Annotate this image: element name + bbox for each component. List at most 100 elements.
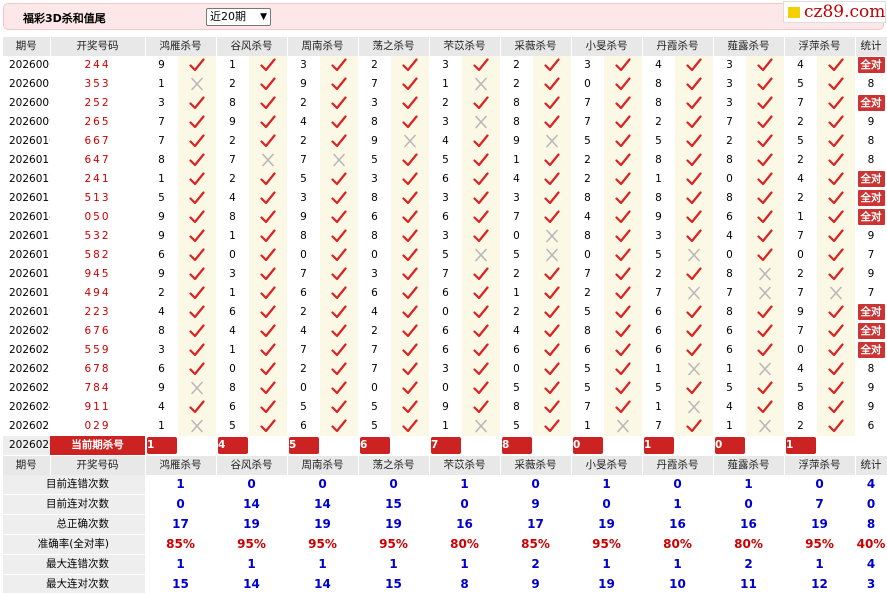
check-icon — [402, 248, 418, 262]
result-mark-cell — [391, 379, 429, 398]
check-icon — [615, 305, 631, 319]
kill-number-cell: 6 — [442, 173, 449, 185]
result-mark-cell — [462, 246, 500, 265]
kill-number-cell: 9 — [300, 78, 307, 90]
kill-number-cell: 5 — [584, 306, 591, 318]
result-mark-cell — [604, 341, 642, 360]
kill-number-cell: 2 — [797, 420, 804, 432]
stats-value: 0 — [784, 475, 855, 495]
cross-icon — [475, 115, 487, 129]
period-cell: 2026018 — [9, 287, 50, 299]
result-mark-cell — [817, 94, 855, 113]
site-logo[interactable]: cz89.com — [783, 1, 886, 23]
kill-number-cell: 0 — [584, 249, 591, 261]
result-mark-cell — [320, 265, 358, 284]
result-mark-cell — [178, 170, 216, 189]
current-kill-cell: 0 — [713, 436, 784, 456]
kill-number-cell: 0 — [726, 249, 733, 261]
result-mark-cell — [675, 284, 713, 303]
check-icon — [189, 210, 205, 224]
result-mark-cell — [533, 284, 571, 303]
check-icon — [331, 362, 347, 376]
table-row: 2026017 945 9 3 7 3 7 2 7 2 8 2 9 — [3, 265, 887, 284]
stat-cell: 全对 — [855, 56, 887, 75]
check-icon — [473, 153, 489, 167]
check-icon — [331, 324, 347, 338]
page-title: 福彩3D杀和值尾 — [23, 12, 106, 25]
stats-value: 1 — [429, 475, 500, 495]
current-kill-number: 0 — [573, 437, 603, 454]
result-mark-cell — [817, 322, 855, 341]
result-mark-cell — [675, 303, 713, 322]
result-mark-cell — [462, 341, 500, 360]
stats-label: 最大连对次数 — [3, 574, 145, 593]
cross-icon — [191, 381, 203, 395]
stats-value: 4 — [855, 475, 887, 495]
stats-value: 0 — [855, 494, 887, 515]
result-mark-cell — [746, 284, 784, 303]
result-mark-cell — [249, 170, 287, 189]
stat-cell: 8 — [867, 135, 875, 147]
kill-number-cell: 6 — [655, 325, 662, 337]
result-mark-cell — [533, 303, 571, 322]
stats-value: 8 — [855, 514, 887, 535]
result-mark-cell — [462, 322, 500, 341]
result-mark-cell — [178, 322, 216, 341]
result-mark-cell — [817, 360, 855, 379]
stat-cell: 6 — [867, 420, 875, 432]
kill-number-cell: 8 — [797, 401, 804, 413]
result-mark-cell — [817, 113, 855, 132]
kill-number-cell: 9 — [442, 401, 449, 413]
check-icon — [402, 172, 418, 186]
check-icon — [828, 134, 844, 148]
check-icon — [331, 419, 347, 433]
check-icon — [544, 400, 560, 414]
stats-value: 1 — [642, 494, 713, 515]
stats-value: 0 — [145, 494, 216, 515]
check-icon — [331, 58, 347, 72]
table-row: 2026006 244 9 1 3 2 3 2 3 4 3 4 全对 — [3, 56, 887, 75]
stats-value: 2 — [500, 554, 571, 575]
stats-value: 0 — [500, 475, 571, 495]
check-icon — [473, 400, 489, 414]
kill-number-cell: 1 — [229, 230, 236, 242]
result-mark-cell — [249, 94, 287, 113]
check-icon — [260, 400, 276, 414]
check-icon — [473, 381, 489, 395]
check-icon — [686, 229, 702, 243]
result-mark-cell — [604, 227, 642, 246]
kill-number-cell: 5 — [513, 420, 520, 432]
result-mark-cell — [178, 132, 216, 151]
stat-cell: 9 — [867, 230, 875, 242]
cross-icon — [759, 286, 771, 300]
result-mark-cell — [391, 113, 429, 132]
result-mark-cell — [675, 246, 713, 265]
result-mark-cell — [604, 284, 642, 303]
check-icon — [331, 115, 347, 129]
result-mark-cell — [462, 398, 500, 417]
period-range-select[interactable]: 近20期 ▼ — [206, 8, 271, 26]
table-row: 2026011 647 8 7 7 5 5 1 2 8 8 2 8 — [3, 151, 887, 170]
result-mark-cell — [391, 132, 429, 151]
column-header: 谷风杀号 — [216, 37, 288, 56]
check-icon — [615, 248, 631, 262]
kill-number-cell: 7 — [513, 211, 520, 223]
result-mark-cell — [320, 246, 358, 265]
check-icon — [544, 210, 560, 224]
cross-icon — [617, 419, 629, 433]
kill-number-cell: 4 — [229, 325, 236, 337]
check-icon — [757, 134, 773, 148]
table-header-row: 期号 开奖号码 鸿雁杀号 谷风杀号 周南杀号 荡之杀号 芣苡杀号 采薇杀号 小旻杀号 丹霞杀号 薤露… — [3, 37, 887, 56]
current-kill-cell: 1 — [642, 436, 713, 456]
result-mark-cell — [746, 189, 784, 208]
result-mark-cell — [675, 132, 713, 151]
kill-number-cell: 4 — [300, 116, 307, 128]
result-mark-cell — [178, 341, 216, 360]
kill-number-cell: 2 — [513, 78, 520, 90]
kill-number-cell: 1 — [513, 287, 520, 299]
check-icon — [473, 305, 489, 319]
stats-value: 19 — [571, 574, 642, 593]
period-cell: 2026009 — [9, 116, 50, 128]
kill-number-cell: 2 — [797, 154, 804, 166]
result-mark-cell — [817, 189, 855, 208]
